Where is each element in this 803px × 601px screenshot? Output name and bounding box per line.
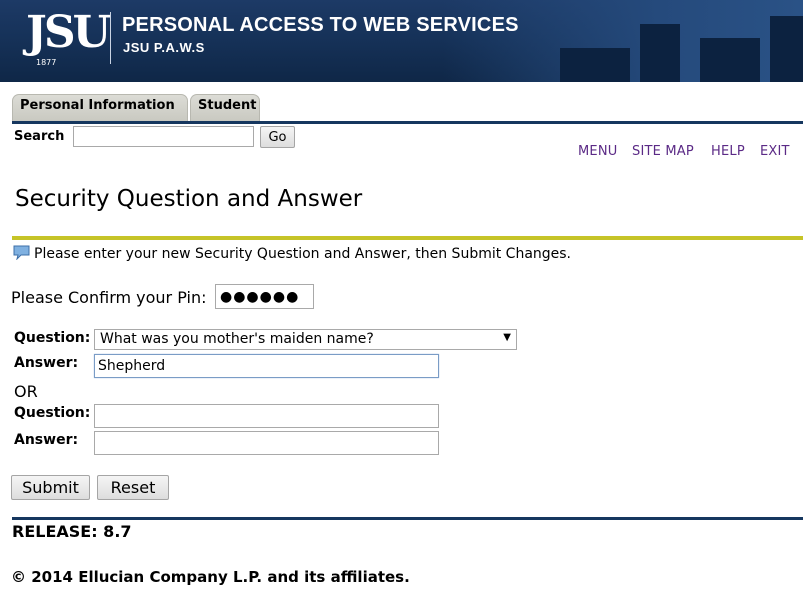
pin-label: Please Confirm your Pin: xyxy=(11,288,207,307)
title-divider xyxy=(12,236,803,240)
search-input[interactable] xyxy=(73,126,254,147)
dropdown-arrow-icon: ▼ xyxy=(503,332,511,343)
banner-subtitle: JSU P.A.W.S xyxy=(123,40,205,55)
header-banner: JSU 1877 PERSONAL ACCESS TO WEB SERVICES… xyxy=(0,0,803,82)
banner-divider xyxy=(110,12,111,64)
speech-bubble-icon xyxy=(13,245,30,264)
bottom-divider xyxy=(12,517,803,520)
copyright-text: © 2014 Ellucian Company L.P. and its aff… xyxy=(11,568,410,586)
banner-building xyxy=(640,24,680,82)
answer-field[interactable] xyxy=(94,354,439,378)
release-version: RELEASE: 8.7 xyxy=(12,522,132,541)
pin-field[interactable] xyxy=(215,284,314,309)
submit-button[interactable]: Submit xyxy=(11,475,90,500)
answer-label: Answer: xyxy=(14,355,79,371)
nav-link-site-map[interactable]: SITE MAP xyxy=(632,144,694,159)
tab-student[interactable]: Student xyxy=(190,94,260,121)
banner-building xyxy=(770,16,803,82)
reset-button[interactable]: Reset xyxy=(97,475,169,500)
nav-link-help[interactable]: HELP xyxy=(711,144,745,159)
go-button[interactable]: Go xyxy=(260,126,295,148)
nav-link-exit[interactable]: EXIT xyxy=(760,144,790,159)
question-selected-value: What was you mother's maiden name? xyxy=(100,331,374,347)
info-message: Please enter your new Security Question … xyxy=(34,246,572,262)
jsu-logo: JSU xyxy=(26,7,111,58)
search-label: Search xyxy=(14,129,65,144)
tab-personal-information[interactable]: Personal Information xyxy=(12,94,188,121)
custom-question-field[interactable] xyxy=(94,404,439,428)
page-title: Security Question and Answer xyxy=(15,186,363,212)
logo-year: 1877 xyxy=(36,58,57,67)
banner-building xyxy=(700,38,760,82)
banner-title: PERSONAL ACCESS TO WEB SERVICES xyxy=(122,14,519,36)
question-select[interactable]: What was you mother's maiden name? ▼ xyxy=(94,329,517,350)
custom-answer-label: Answer: xyxy=(14,432,79,448)
nav-link-menu[interactable]: MENU xyxy=(578,144,617,159)
custom-question-label: Question: xyxy=(14,405,91,421)
banner-building xyxy=(560,48,630,82)
custom-answer-field[interactable] xyxy=(94,431,439,455)
top-divider xyxy=(12,121,803,124)
or-label: OR xyxy=(14,382,38,401)
question-label: Question: xyxy=(14,330,91,346)
